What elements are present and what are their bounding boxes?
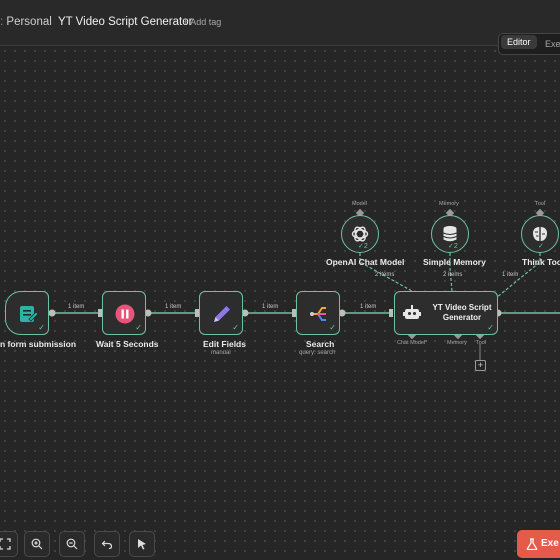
success-check-icon: ✓: [38, 323, 45, 332]
node-label: Wait 5 Seconds: [96, 339, 159, 349]
cursor-icon: [138, 539, 146, 550]
add-tool-button[interactable]: +: [475, 360, 486, 371]
fit-view-icon: [0, 538, 11, 550]
edge-count: 2 items: [443, 272, 463, 278]
edge-count: 1 item: [165, 304, 182, 310]
node-label: Edit Fields: [203, 339, 246, 349]
node-edit-fields[interactable]: ✓: [199, 291, 243, 335]
openai-icon: [351, 226, 369, 242]
port-label: Memory: [439, 201, 459, 207]
edge-count: 1 item: [360, 304, 377, 310]
zoom-in-button[interactable]: [24, 531, 50, 557]
node-label: n form submission: [0, 339, 77, 349]
node-wait[interactable]: ✓: [102, 291, 146, 335]
port-label-memory: Memory: [447, 340, 467, 346]
success-check-icon: ✓: [232, 323, 239, 332]
zoom-in-icon: [31, 538, 43, 550]
success-check-icon: ✓2: [448, 243, 458, 250]
form-icon: [20, 306, 39, 322]
node-subtitle: query: search: [299, 350, 336, 356]
undo-button[interactable]: [94, 531, 120, 557]
zoom-out-icon: [66, 538, 78, 550]
robot-icon: [403, 305, 421, 319]
port-label: Model: [352, 201, 367, 207]
success-check-icon: ✓: [487, 323, 494, 332]
node-search[interactable]: ✓: [296, 291, 340, 335]
node-think-tool[interactable]: ✓: [521, 215, 559, 253]
pause-icon: [115, 304, 135, 324]
node-subtitle: manual: [211, 350, 231, 356]
run-count-badge: 2: [363, 243, 368, 250]
port-label-tool: Tool: [476, 340, 487, 346]
node-simple-memory[interactable]: ✓2: [431, 215, 469, 253]
connections-layer: [48, 208, 560, 360]
success-check-icon: ✓: [329, 323, 336, 332]
success-check-icon: ✓: [538, 243, 544, 250]
zoom-out-button[interactable]: [59, 531, 85, 557]
success-check-icon: ✓2: [358, 243, 368, 250]
flask-icon: [526, 538, 538, 550]
node-label: Simple Memory: [423, 257, 486, 267]
select-tool-button[interactable]: [129, 531, 155, 557]
brain-icon: [533, 227, 547, 241]
node-ai-agent[interactable]: YT Video Script Generator ✓: [394, 291, 498, 335]
node-label: Think Tool: [522, 257, 560, 267]
node-label: Search: [306, 339, 335, 349]
undo-icon: [101, 540, 113, 550]
node-openai-chat-model[interactable]: ✓2: [341, 215, 379, 253]
port-label-chat-model: Chat Model*: [397, 340, 428, 346]
node-label: OpenAI Chat Model: [326, 257, 405, 267]
port-label: Tool: [535, 201, 546, 207]
edge-count: 1 item: [262, 304, 279, 310]
agent-title: YT Video Script Generator: [432, 303, 492, 322]
edge-count: 1 item: [68, 304, 85, 310]
database-icon: [443, 226, 457, 242]
run-count-badge: 2: [453, 243, 458, 250]
pencil-icon: [214, 306, 230, 322]
execute-label: Exe: [541, 538, 559, 549]
execute-workflow-button[interactable]: Exe: [517, 530, 560, 558]
edge-count: 1 item: [502, 272, 519, 278]
edge-count: 2 items: [375, 272, 395, 278]
node-form-trigger[interactable]: ✓: [5, 291, 49, 335]
fit-view-button[interactable]: [0, 531, 18, 557]
success-check-icon: ✓: [135, 323, 142, 332]
branch-icon: [310, 307, 326, 321]
